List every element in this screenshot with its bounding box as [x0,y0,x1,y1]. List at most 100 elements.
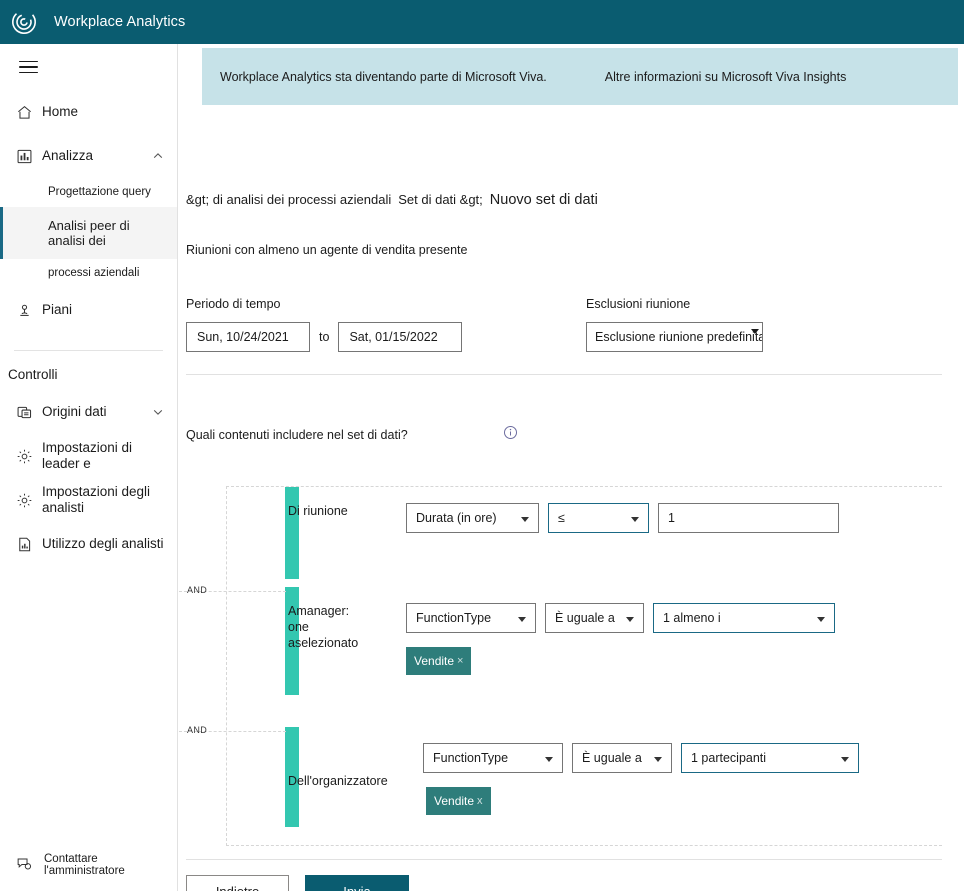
sidebar-subitem-progettazione-query[interactable]: Progettazione query [0,178,177,207]
sidebar-item-label: Home [42,104,79,119]
gear-icon [16,492,42,509]
filter-row-label: Amanager: one aselezionato [288,604,359,650]
filter-row: AND Amanager: one aselezionato FunctionT… [179,579,942,719]
sidebar-item-label: Utilizzo degli analisti [42,536,164,551]
filter-operator-select[interactable]: ≤ [548,503,649,533]
filter-attribute-select[interactable]: FunctionType [406,603,536,633]
filter-attribute-value: Durata (in ore) [416,511,497,525]
sidebar: Home Analizza Progettazione query Analis… [0,44,178,891]
close-icon[interactable]: × [457,655,463,667]
sidebar-item-impostazioni-leader[interactable]: Impostazioni di leader e [0,434,177,478]
breadcrumb-item-analisi[interactable]: &gt; di analisi dei processi aziendali [186,192,391,207]
and-connector-label: AND [187,725,208,735]
filter-tag-label: Vendite [414,654,455,668]
sidebar-section-title: Controlli [8,367,58,382]
feedback-icon [16,856,44,875]
sidebar-subitem-label: processi aziendali [48,267,140,279]
period-block: Periodo di tempo Sun, 10/24/2021 to Sat,… [186,297,463,352]
filter-value-text: 1 partecipanti [691,751,767,765]
app-title: Workplace Analytics [54,14,186,30]
viva-banner: Workplace Analytics sta diventando parte… [202,48,958,105]
close-icon[interactable]: x [477,795,483,807]
caret-down-icon [626,617,634,622]
sidebar-subitem-processi-aziendali[interactable]: processi aziendali [0,259,177,288]
filter-value-input[interactable]: 1 [658,503,839,533]
sidebar-subitem-label: Analisi peer di analisi dei [48,218,130,248]
sidebar-item-label: Analizza [42,148,94,163]
breadcrumb-item-set-di-dati[interactable]: Set di dati &gt; [398,192,483,207]
filter-attribute-value: FunctionType [433,751,509,765]
filter-tag-chip[interactable]: Vendite × [406,647,472,675]
and-connector-label: AND [187,585,208,595]
sidebar-item-home[interactable]: Home [0,90,177,134]
hamburger-menu-button[interactable] [6,44,50,90]
exclusions-label: Esclusioni riunione [586,297,691,311]
filter-attribute-select[interactable]: FunctionType [423,743,563,773]
chevron-down-icon[interactable] [149,406,167,418]
filter-operator-value: ≤ [558,511,565,525]
sidebar-item-label: Impostazioni di leader e [42,440,133,471]
sidebar-item-label: Piani [42,302,73,317]
filter-group: Di riunione Durata (in ore) ≤ 1 AND Aman… [179,486,942,846]
sidebar-item-impostazioni-analisti[interactable]: Impostazioni degli analisti [0,478,177,522]
caret-down-icon [521,517,529,522]
sidebar-item-utilizzo-analisti[interactable]: Utilizzo degli analisti [0,522,177,566]
sidebar-item-label: Origini dati [42,404,107,419]
sidebar-item-piani[interactable]: Piani [0,288,177,332]
filter-operator-select[interactable]: È uguale a [572,743,672,773]
filter-operator-select[interactable]: È uguale a [545,603,644,633]
filter-row-label: Di riunione [288,504,348,518]
back-button[interactable]: Indietro [186,875,289,891]
sidebar-subitem-analisi-peer[interactable]: Analisi peer di analisi dei [0,207,177,259]
chevron-up-icon[interactable] [149,150,167,162]
section-divider [186,374,942,375]
caret-down-icon [545,757,553,762]
filter-value-text: 1 almeno i [663,611,721,625]
caret-down-icon [654,757,662,762]
caret-down-icon [518,617,526,622]
sidebar-item-analizza[interactable]: Analizza [0,134,177,178]
main-content: Workplace Analytics sta diventando parte… [178,44,964,891]
app-logo[interactable] [0,0,48,44]
exclusions-select[interactable]: Esclusione riunione predefinita [586,322,763,352]
period-separator: to [319,330,330,344]
caret-down-icon [751,329,759,334]
app-header: Workplace Analytics [0,0,964,44]
period-start-input[interactable]: Sun, 10/24/2021 [186,322,310,352]
plan-icon [16,302,42,319]
chart-bar-icon [16,148,42,165]
filter-value-select[interactable]: 1 partecipanti [681,743,859,773]
filter-tag-chip[interactable]: Vendite x [426,787,491,815]
viva-insights-link[interactable]: Altre informazioni su Microsoft Viva Ins… [605,70,847,84]
filter-value-select[interactable]: 1 almeno i [653,603,835,633]
period-label: Periodo di tempo [186,297,281,311]
action-buttons: Indietro Invia [186,875,409,891]
dataset-question-label: Quali contenuti includere nel set di dat… [186,428,408,442]
viva-banner-message: Workplace Analytics sta diventando parte… [220,69,547,84]
breadcrumb-current: Nuovo set di dati [489,192,598,208]
filter-row: Di riunione Durata (in ore) ≤ 1 [227,487,942,579]
caret-down-icon [631,517,639,522]
filter-operator-value: È uguale a [582,751,642,765]
submit-button[interactable]: Invia [305,875,409,891]
sidebar-item-origini-dati[interactable]: Origini dati [0,390,177,434]
filter-attribute-value: FunctionType [416,611,492,625]
filter-row: AND Dell'organizzatore FunctionType È ug… [179,719,942,845]
report-icon [16,536,42,553]
filter-tag-label: Vendite [434,794,475,808]
sidebar-footer-label: Contattare l'amministratore [44,853,125,877]
filter-operator-value: È uguale a [555,611,615,625]
caret-down-icon [817,617,825,622]
filter-attribute-select[interactable]: Durata (in ore) [406,503,539,533]
actions-divider [186,859,942,860]
sidebar-subitem-label: Progettazione query [48,186,151,198]
period-end-input[interactable]: Sat, 01/15/2022 [338,322,463,352]
caret-down-icon [841,757,849,762]
data-sources-icon [16,404,42,421]
info-circle-icon[interactable] [503,425,518,440]
filter-row-label: Dell'organizzatore [288,774,388,788]
sidebar-item-contattare-amministratore[interactable]: Contattare l'amministratore [0,845,178,885]
home-icon [16,104,42,121]
page-subtitle: Riunioni con almeno un agente di vendita… [186,243,468,257]
filter-accent-bar [285,487,299,579]
